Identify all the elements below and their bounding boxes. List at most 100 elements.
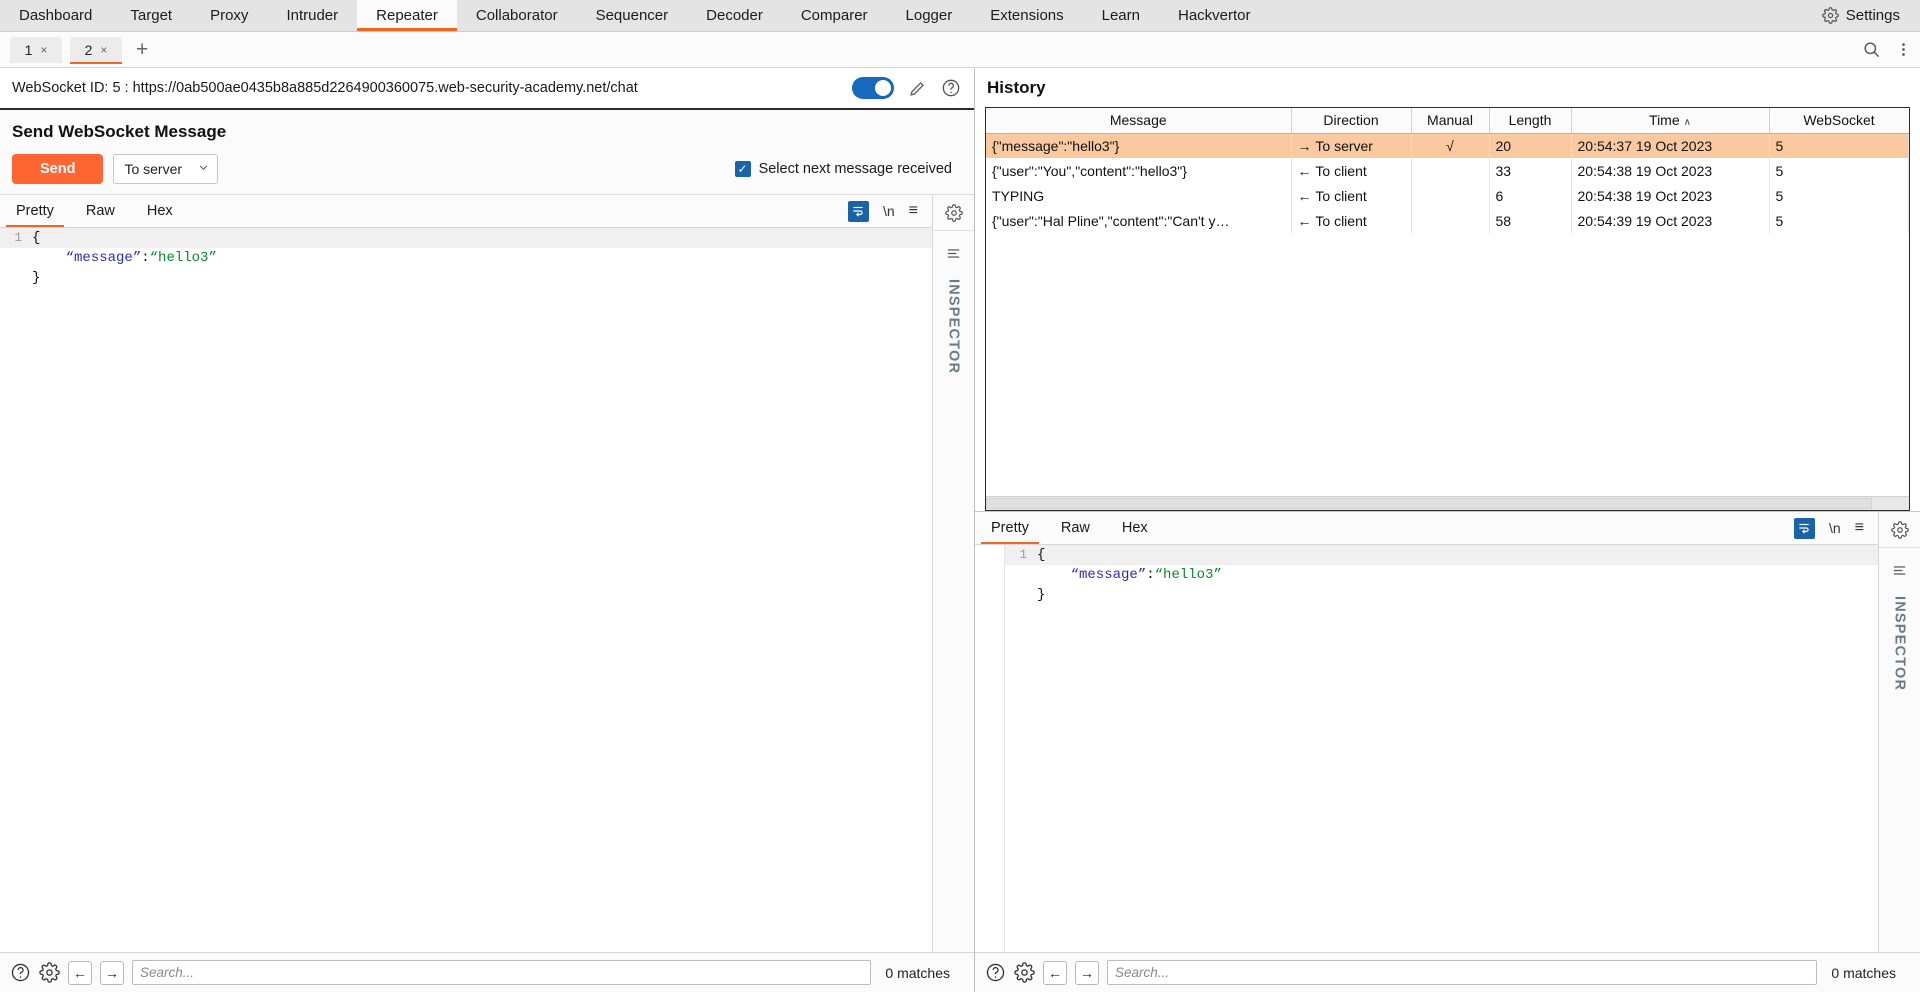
line-number (1005, 565, 1033, 585)
menu-item-dashboard[interactable]: Dashboard (0, 0, 111, 31)
tab-pretty[interactable]: Pretty (0, 195, 70, 227)
json-key: “message” (66, 250, 142, 266)
sliders-icon[interactable] (1891, 562, 1908, 582)
code-text: { (28, 228, 40, 248)
request-inspector-rail: INSPECTOR (932, 195, 974, 952)
direction-select[interactable]: To server (113, 154, 218, 184)
search-prev-button[interactable]: ← (1043, 961, 1067, 985)
request-code-editor[interactable]: 1 { “message”:“hello3” } (0, 228, 932, 952)
gear-icon[interactable] (39, 962, 60, 983)
menu-item-label: Comparer (801, 7, 868, 24)
newline-icon[interactable]: \n (1829, 520, 1841, 536)
word-wrap-icon[interactable] (848, 201, 869, 222)
repeater-tab-2[interactable]: 2 × (70, 37, 122, 63)
menu-item-sequencer[interactable]: Sequencer (577, 0, 688, 31)
menu-item-label: Hackvertor (1178, 7, 1251, 24)
menu-item-collaborator[interactable]: Collaborator (457, 0, 577, 31)
history-title: History (985, 78, 1910, 98)
gear-icon[interactable] (933, 195, 974, 231)
question-circle-icon[interactable] (985, 962, 1006, 983)
tab-label: Raw (1061, 520, 1090, 536)
select-next-message-checkbox[interactable]: ✓ Select next message received (735, 161, 952, 177)
tab-hex[interactable]: Hex (1106, 512, 1164, 544)
toggle-knob (875, 80, 891, 96)
cell-message: {"user":"Hal Pline","content":"Can't y… (986, 208, 1291, 233)
newline-icon[interactable]: \n (883, 203, 895, 219)
gear-icon[interactable] (1879, 512, 1920, 548)
menu-item-target[interactable]: Target (111, 0, 191, 31)
column-header-manual[interactable]: Manual (1411, 108, 1489, 133)
json-value: “hello3” (150, 250, 217, 266)
request-editor-column: Pretty Raw Hex \n ≡ 1 { (0, 195, 932, 952)
send-button[interactable]: Send (12, 154, 103, 184)
search-input[interactable] (132, 960, 871, 985)
pencil-icon[interactable] (906, 77, 928, 99)
line-number (0, 268, 28, 288)
menu-item-learn[interactable]: Learn (1083, 0, 1159, 31)
close-icon[interactable]: × (40, 43, 47, 57)
menu-item-hackvertor[interactable]: Hackvertor (1159, 0, 1270, 31)
question-circle-icon[interactable] (940, 77, 962, 99)
menu-item-intruder[interactable]: Intruder (267, 0, 357, 31)
tab-hex[interactable]: Hex (131, 195, 189, 227)
new-tab-button[interactable]: + (126, 39, 158, 60)
gear-icon[interactable] (1014, 962, 1035, 983)
cell-time: 20:54:38 19 Oct 2023 (1571, 183, 1769, 208)
menu-item-comparer[interactable]: Comparer (782, 0, 887, 31)
inspector-label[interactable]: INSPECTOR (1892, 596, 1908, 691)
tab-raw[interactable]: Raw (70, 195, 131, 227)
vertical-dots-icon[interactable] (1895, 41, 1912, 58)
search-next-button[interactable]: → (100, 961, 124, 985)
response-code-editor[interactable]: 1 { “message”:“hello3” } (1005, 545, 1878, 952)
websocket-enable-toggle[interactable] (852, 77, 894, 99)
table-row[interactable]: {"user":"Hal Pline","content":"Can't y… … (986, 208, 1909, 233)
inspector-label[interactable]: INSPECTOR (946, 279, 962, 374)
column-header-websocket[interactable]: WebSocket (1769, 108, 1909, 133)
menu-item-label: Learn (1102, 7, 1140, 24)
direction-select-value: To server (124, 161, 182, 177)
sliders-icon[interactable] (945, 245, 962, 265)
column-header-message[interactable]: Message (986, 108, 1291, 133)
line-number: 1 (1005, 545, 1033, 565)
tab-raw[interactable]: Raw (1045, 512, 1106, 544)
repeater-tab-1[interactable]: 1 × (10, 37, 62, 63)
code-line: 1 { (1005, 545, 1878, 565)
code-text: “message”:“hello3” (28, 248, 217, 268)
tab-label: Pretty (991, 520, 1029, 536)
cell-manual: √ (1411, 133, 1489, 158)
cell-time: 20:54:38 19 Oct 2023 (1571, 158, 1769, 183)
line-number (0, 248, 28, 268)
column-header-time[interactable]: Time∧ (1571, 108, 1769, 133)
settings-button[interactable]: Settings (1812, 0, 1920, 31)
search-icon[interactable] (1862, 40, 1881, 59)
word-wrap-icon[interactable] (1794, 518, 1815, 539)
select-next-message-label: Select next message received (759, 161, 952, 177)
question-circle-icon[interactable] (10, 962, 31, 983)
history-table-body-wrap: Message Direction Manual Length Time∧ We… (986, 108, 1909, 496)
table-row[interactable]: {"message":"hello3"} → To server √ 20 20… (986, 133, 1909, 158)
history-horizontal-scrollbar[interactable] (986, 496, 1909, 510)
code-line: “message”:“hello3” (0, 248, 932, 268)
table-row[interactable]: TYPING ← To client 6 20:54:38 19 Oct 202… (986, 183, 1909, 208)
scrollbar-thumb[interactable] (986, 498, 1872, 509)
table-row[interactable]: {"user":"You","content":"hello3"} ← To c… (986, 158, 1909, 183)
menu-item-logger[interactable]: Logger (887, 0, 972, 31)
editor-menu-icon[interactable]: ≡ (909, 203, 918, 219)
tab-pretty[interactable]: Pretty (975, 512, 1045, 544)
menu-item-proxy[interactable]: Proxy (191, 0, 267, 31)
column-header-length[interactable]: Length (1489, 108, 1571, 133)
json-colon: : (141, 250, 149, 266)
close-icon[interactable]: × (100, 43, 107, 57)
send-controls-row: Send To server ✓ Select next message rec… (12, 154, 962, 184)
search-input[interactable] (1107, 960, 1817, 985)
menu-item-label: Collaborator (476, 7, 558, 24)
search-prev-button[interactable]: ← (68, 961, 92, 985)
editor-menu-icon[interactable]: ≡ (1855, 520, 1864, 536)
menu-item-decoder[interactable]: Decoder (687, 0, 782, 31)
cell-websocket: 5 (1769, 208, 1909, 233)
menu-item-repeater[interactable]: Repeater (357, 0, 457, 31)
column-header-direction[interactable]: Direction (1291, 108, 1411, 133)
menu-item-extensions[interactable]: Extensions (971, 0, 1082, 31)
response-editor-tabs: Pretty Raw Hex \n ≡ (975, 512, 1878, 545)
search-next-button[interactable]: → (1075, 961, 1099, 985)
